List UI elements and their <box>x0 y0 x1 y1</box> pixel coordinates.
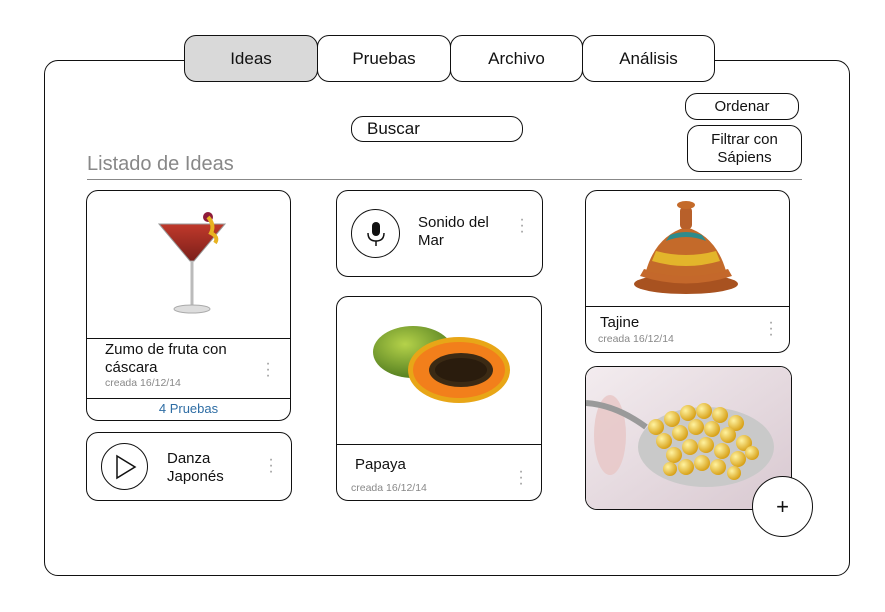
more-options-icon[interactable]: · · · <box>264 356 272 384</box>
pruebas-link[interactable]: 4 Pruebas <box>87 401 290 416</box>
card-title: Danza Japonés <box>167 450 224 485</box>
divider <box>87 179 802 180</box>
card-title: Papaya <box>355 456 406 473</box>
section-title: Listado de Ideas <box>87 153 234 175</box>
card-date: creada 16/12/14 <box>598 333 674 345</box>
search-button[interactable]: Buscar <box>351 116 523 142</box>
tab-archivo[interactable]: Archivo <box>450 35 583 82</box>
idea-card-papaya[interactable]: Papaya creada 16/12/14 · · · <box>336 296 542 501</box>
tajine-image <box>586 191 789 306</box>
idea-card-zumo[interactable]: Zumo de fruta con cáscara creada 16/12/1… <box>86 190 291 421</box>
papaya-image <box>337 297 541 444</box>
tab-analisis[interactable]: Análisis <box>582 35 715 82</box>
more-options-icon[interactable]: · · · <box>267 452 275 480</box>
more-options-icon[interactable]: · · · <box>517 464 525 492</box>
microphone-icon[interactable] <box>351 209 400 258</box>
more-options-icon[interactable]: · · · <box>767 315 775 343</box>
card-title: Sonido del Mar <box>418 214 489 249</box>
card-title: Zumo de fruta con cáscara <box>105 341 227 376</box>
filter-sapiens-button[interactable]: Filtrar con Sápiens <box>687 125 802 172</box>
add-idea-button[interactable]: + <box>752 476 813 537</box>
idea-card-tajine[interactable]: Tajine creada 16/12/14 · · · <box>585 190 790 353</box>
idea-card-danza[interactable]: Danza Japonés · · · <box>86 432 292 501</box>
card-title: Tajine <box>600 314 640 331</box>
sort-button[interactable]: Ordenar <box>685 93 799 120</box>
cocktail-image <box>87 191 290 338</box>
card-date: creada 16/12/14 <box>351 482 427 494</box>
idea-card-sonido[interactable]: Sonido del Mar · · · <box>336 190 543 277</box>
card-date: creada 16/12/14 <box>105 377 181 389</box>
more-options-icon[interactable]: · · · <box>518 212 526 240</box>
tab-ideas[interactable]: Ideas <box>184 35 318 82</box>
tab-pruebas[interactable]: Pruebas <box>317 35 451 82</box>
play-icon[interactable] <box>101 443 148 490</box>
